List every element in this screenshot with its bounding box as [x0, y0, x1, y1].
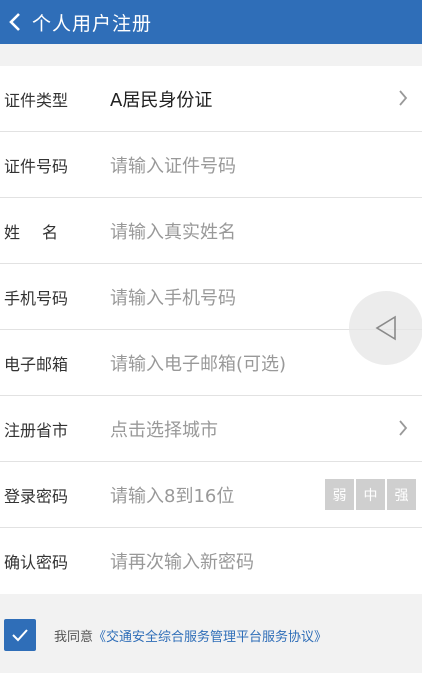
name-input[interactable]: 请输入真实姓名 [110, 218, 236, 244]
floating-back-button[interactable] [349, 291, 422, 365]
agreement-prefix: 我同意 [54, 629, 94, 645]
confirm-password-label: 确认密码 [4, 553, 69, 572]
confirm-password-input[interactable]: 请再次输入新密码 [110, 548, 254, 574]
email-label: 电子邮箱 [4, 354, 69, 374]
name-row[interactable]: 姓名 请输入真实姓名 [0, 198, 422, 264]
password-row[interactable]: 登录密码 请输入8到16位 弱 中 强 [0, 462, 422, 528]
province-select[interactable]: 点击选择城市 [110, 416, 218, 442]
agreement-checkbox[interactable] [4, 619, 36, 651]
id-number-label: 证件号码 [4, 156, 69, 176]
id-type-row[interactable]: 证件类型 A居民身份证 [0, 66, 422, 132]
id-type-label: 证件类型 [4, 90, 69, 110]
id-type-value: A居民身份证 [110, 89, 213, 111]
back-button[interactable] [6, 0, 24, 44]
strength-medium: 中 [356, 479, 385, 510]
triangle-left-icon [375, 315, 396, 341]
password-input[interactable]: 请输入8到16位 [110, 482, 234, 508]
agreement-row: 我同意《交通安全综合服务管理平台服务协议》 [0, 600, 422, 670]
id-number-row[interactable]: 证件号码 请输入证件号码 [0, 132, 422, 198]
name-label: 姓名 [4, 222, 81, 242]
header-bar: 个人用户注册 [0, 0, 422, 44]
province-label: 注册省市 [4, 420, 69, 440]
chevron-right-icon [399, 90, 408, 106]
chevron-left-icon [9, 13, 20, 31]
chevron-right-icon [399, 420, 408, 436]
check-icon [12, 629, 28, 642]
page-title: 个人用户注册 [32, 12, 153, 35]
phone-input[interactable]: 请输入手机号码 [110, 284, 236, 310]
phone-label: 手机号码 [4, 288, 69, 308]
strength-strong: 强 [387, 479, 416, 510]
confirm-password-row[interactable]: 确认密码 请再次输入新密码 [0, 528, 422, 594]
province-row[interactable]: 注册省市 点击选择城市 [0, 396, 422, 462]
strength-weak: 弱 [325, 479, 354, 510]
password-strength-indicator: 弱 中 强 [325, 479, 416, 510]
agreement-link[interactable]: 《交通安全综合服务管理平台服务协议》 [93, 630, 327, 645]
password-label: 登录密码 [4, 486, 69, 506]
agreement-text: 我同意《交通安全综合服务管理平台服务协议》 [54, 626, 327, 645]
email-input[interactable]: 请输入电子邮箱(可选) [110, 350, 286, 376]
id-number-input[interactable]: 请输入证件号码 [110, 152, 236, 178]
